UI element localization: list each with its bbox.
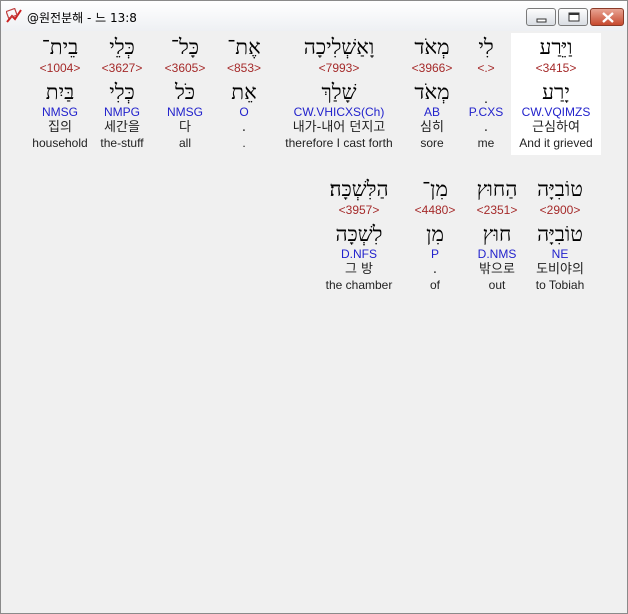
english-gloss: And it grieved [519,136,593,150]
hebrew-word: בֵית־ [41,35,79,59]
close-icon [602,12,614,23]
lemma-word: טוֹבִיָּה [537,222,583,246]
morphology-code: NE [551,247,569,261]
korean-gloss: 도비야의 [536,262,584,277]
korean-gloss: 심히 [420,120,444,135]
korean-gloss: 내가-내어 던지고 [292,120,386,135]
english-gloss: household [32,136,88,150]
strong-number: <.> [477,61,495,75]
english-gloss: all [178,136,191,150]
korean-gloss: 다 [179,120,191,135]
app-window: @원전분해 - 느 13:8 וַיֵּרַע <3415> יָרַע CW.VQI… [0,0,628,614]
morphology-code: NMPG [104,105,140,119]
lemma-word: בַּיִת [45,80,75,104]
title-bar[interactable]: @원전분해 - 느 13:8 [1,1,627,31]
english-gloss: the-stuff [100,136,144,150]
korean-gloss: . [483,120,489,135]
window-title: @원전분해 - 느 13:8 [27,11,137,25]
word-column[interactable]: וָאַשְׁלִיכָה <7993> שָׁלַךְ CW.VHICXS(Ch) 내… [274,33,404,155]
english-gloss: me [477,136,495,150]
hebrew-word: מְאֹד [414,35,450,59]
english-gloss: sore [420,136,444,150]
verse-analysis-panel[interactable]: וַיֵּרַע <3415> יָרַע CW.VQIMZS 근심하여 And it g… [8,31,620,609]
english-gloss: out [488,278,506,292]
word-column[interactable]: טוֹבִיָּה <2900> טוֹבִיָּה NE 도비야의 to Tobiah [525,175,595,297]
korean-gloss: . [241,120,247,135]
maximize-button[interactable] [558,8,588,26]
app-icon [5,7,22,24]
maximize-icon [568,12,580,22]
english-gloss: therefore I cast forth [285,136,393,150]
strong-number: <4480> [414,203,456,217]
korean-gloss: 근심하여 [532,120,580,135]
hebrew-word: הַחוּץ [476,177,518,201]
strong-number: <2900> [539,203,581,217]
minimize-button[interactable] [526,8,556,26]
minimize-icon [536,18,547,23]
word-column[interactable]: כָּל־ <3605> כֹּל NMSG 다 all [160,33,210,155]
morphology-code: O [239,105,249,119]
hebrew-word: כָּל־ [170,35,200,59]
lemma-word: שָׁלַךְ [321,80,357,104]
strong-number: <3957> [338,203,380,217]
word-column[interactable]: מְאֹד <3966> מְאֹד AB 심히 sore [403,33,461,155]
word-column[interactable]: הַחוּץ <2351> חוּץ D.NMS 밖으로 out [467,175,527,297]
hebrew-word: מִן־ [422,177,448,201]
hebrew-word: כְּלֵי [109,35,135,59]
strong-number: <853> [226,61,262,75]
hebrew-word: וַיֵּרַע [539,35,573,59]
lemma-word: לִשְׁכָּה [335,222,383,246]
word-column[interactable]: מִן־ <4480> מִן P. of [409,175,461,297]
lemma-word: מְאֹד [414,80,450,104]
korean-gloss: 세간을 [104,120,140,135]
korean-gloss: 밖으로 [479,262,515,277]
strong-number: <1004> [39,61,81,75]
close-button[interactable] [590,8,624,26]
morphology-code: NMSG [42,105,78,119]
korean-gloss: 집의 [48,120,72,135]
korean-gloss: . [432,262,438,277]
lemma-word: יָרַע [542,80,570,104]
lemma-word: חוּץ [482,222,512,246]
strong-number: <3627> [101,61,143,75]
hebrew-word: טוֹבִיָּה [537,177,583,201]
word-column[interactable]: לִי <.>ׅP.CXS.me [460,33,512,155]
english-gloss: the chamber [325,278,393,292]
strong-number: <2351> [476,203,518,217]
strong-number: <7993> [318,61,360,75]
word-column[interactable]: כְּלֵי <3627> כְּלִי NMPG 세간을 the-stuff [93,33,151,155]
lemma-word: מִן [426,222,444,246]
english-gloss: to Tobiah [535,278,585,292]
word-column[interactable]: וַיֵּרַע <3415> יָרַע CW.VQIMZS 근심하여 And it g… [511,33,601,155]
morphology-code: CW.VQIMZS [521,105,591,119]
morphology-code: CW.VHICXS(Ch) [293,105,385,119]
korean-gloss: 그 방 [344,262,374,277]
hebrew-word: הַלִּשְׁכָּה׃ [329,177,389,201]
lemma-word: אֵת [231,80,257,104]
word-column[interactable]: הַלִּשְׁכָּה׃ <3957> לִשְׁכָּה D.NFS 그 방 the … [309,175,409,297]
strong-number: <3966> [411,61,453,75]
word-column[interactable]: בֵית־ <1004> בַּיִת NMSG 집의 household [25,33,95,155]
hebrew-word: וָאַשְׁלִיכָה [303,35,375,59]
lemma-word: כְּלִי [109,80,135,104]
strong-number: <3415> [535,61,577,75]
lemma-word: ׅ [460,79,512,105]
english-gloss: . [242,136,246,150]
morphology-code: P [430,247,439,261]
morphology-code: D.NMS [477,247,517,261]
strong-number: <3605> [164,61,206,75]
morphology-code: P.CXS [468,105,504,119]
english-gloss: of [429,278,440,292]
morphology-code: NMSG [167,105,203,119]
hebrew-word: לִי [478,35,494,59]
hebrew-word: אֶת־ [227,35,261,59]
morphology-code: D.NFS [341,247,377,261]
morphology-code: AB [423,105,440,119]
lemma-word: כֹּל [174,80,196,104]
word-column[interactable]: אֶת־ <853> אֵת O.. [219,33,269,155]
